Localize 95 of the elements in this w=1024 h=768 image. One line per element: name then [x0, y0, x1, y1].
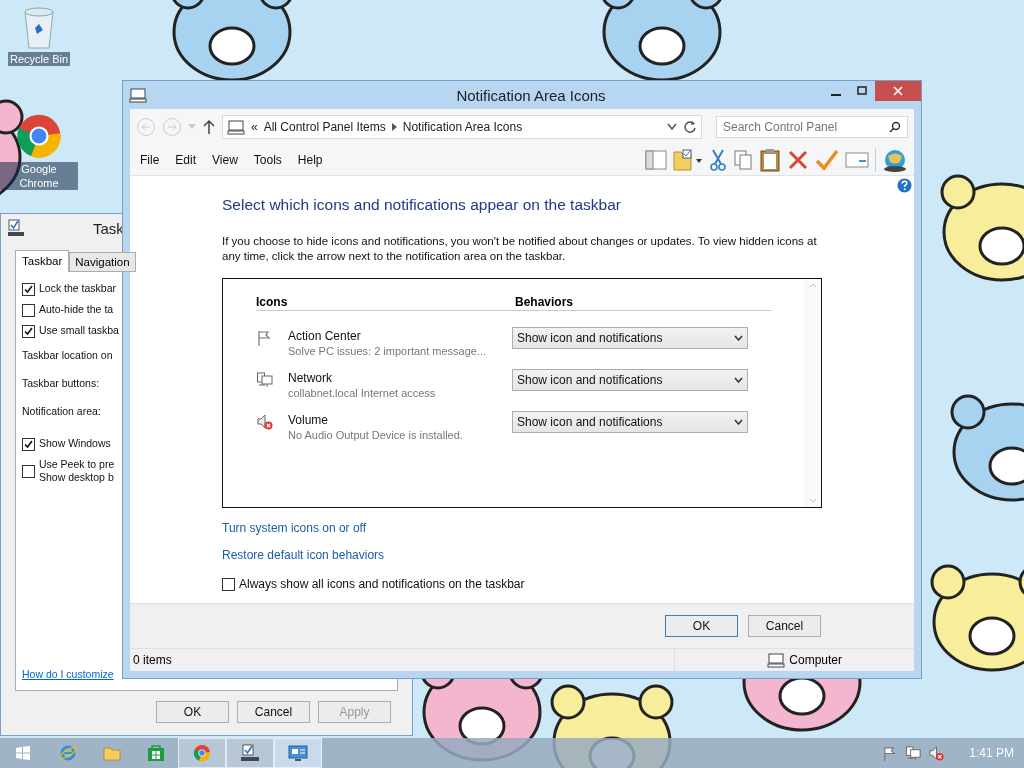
icon-status: collabnet.local Internet access: [288, 387, 437, 399]
delete-icon[interactable]: [787, 149, 809, 171]
desktop-shortcut[interactable]: Google Chrome: [0, 112, 78, 190]
chevron-down-icon: [734, 335, 743, 341]
layout-pane-icon[interactable]: [645, 150, 667, 170]
tab[interactable]: Taskbar: [15, 250, 70, 272]
window-icon: [129, 87, 147, 103]
folder-check-icon[interactable]: [673, 149, 703, 171]
checkbox-taskbar-icon: [240, 744, 260, 762]
dialog-button[interactable]: Cancel: [237, 701, 310, 723]
menu-item[interactable]: Help: [289, 153, 331, 167]
close-icon: [893, 86, 903, 96]
shopping-bag-icon: [147, 744, 165, 762]
column-header: Behaviors: [515, 295, 575, 309]
link[interactable]: Restore default icon behaviors: [222, 548, 385, 562]
taskbar-app[interactable]: [274, 738, 322, 768]
checkbox-label: Always show all icons and notifications on the taskbar: [239, 577, 525, 591]
windows-logo-icon: [16, 746, 30, 760]
recycle-bin-icon: [21, 6, 57, 50]
checkbox[interactable]: [22, 325, 35, 338]
browser-e-icon: [59, 744, 77, 762]
computer-icon: [227, 119, 245, 135]
properties-card-icon[interactable]: [845, 151, 869, 169]
network-icon: [256, 371, 274, 389]
breadcrumb[interactable]: Notification Area Icons: [402, 120, 523, 134]
window-title: Notification Area Icons: [456, 86, 606, 104]
zone-label: Computer: [789, 653, 842, 667]
description: If you choose to hide icons and notifications, you won't be notified about changes or updates. To view hidden icons at any time, click the arrow next to the notification area on the taskbar.: [222, 234, 818, 264]
icon-name: Network: [288, 371, 333, 385]
option-label: Use small taskba: [39, 324, 119, 337]
option-label: Show Windows: [39, 437, 111, 450]
address-bar[interactable]: « All Control Panel Items Notification Area Icons: [222, 115, 702, 139]
setting-label: Notification area:: [22, 405, 101, 418]
search-icon[interactable]: [889, 121, 901, 133]
icon-name: Action Center: [288, 329, 362, 343]
chrome-icon: [193, 744, 211, 762]
option-label: Lock the taskbar: [39, 282, 117, 295]
menu-item[interactable]: Tools: [245, 153, 290, 167]
dialog-button[interactable]: OK: [665, 615, 738, 637]
address-prefix: «: [251, 120, 258, 134]
menu-item[interactable]: View: [204, 153, 246, 167]
maximize-icon: [857, 86, 867, 96]
dialog-button[interactable]: OK: [156, 701, 229, 723]
window-title: Task: [93, 219, 124, 237]
behavior-dropdown[interactable]: Show icon and notifications: [512, 327, 748, 349]
option-label: Use Peek to pre: [39, 458, 115, 471]
refresh-icon[interactable]: [683, 120, 697, 134]
page-heading: Select which icons and notifications appear on the taskbar: [222, 196, 622, 214]
menu-item[interactable]: File: [132, 153, 168, 167]
tab[interactable]: Navigation: [69, 252, 136, 272]
behavior-dropdown[interactable]: Show icon and notifications: [512, 411, 748, 433]
search-field[interactable]: Search Control Panel: [716, 116, 908, 138]
minimize-icon: [831, 94, 841, 96]
chrome-icon: [15, 112, 63, 160]
item-count: 0 items: [132, 653, 173, 667]
taskbar-app[interactable]: [226, 738, 274, 768]
muted-speaker-icon: [256, 413, 274, 431]
dialog-button[interactable]: Cancel: [748, 615, 821, 637]
scissors-icon[interactable]: [709, 149, 727, 171]
option-label: Show desktop b: [39, 471, 115, 484]
icon-name: Volume: [288, 413, 330, 427]
setting-label: Taskbar buttons:: [22, 377, 100, 390]
checkbox[interactable]: [22, 465, 35, 478]
checkbox[interactable]: [22, 304, 35, 317]
help-icon[interactable]: [897, 178, 912, 193]
checkbox[interactable]: [222, 578, 235, 591]
close-button[interactable]: [875, 81, 921, 101]
up-arrow-icon[interactable]: [202, 119, 216, 135]
link[interactable]: Turn system icons on or off: [222, 521, 367, 535]
chevron-down-icon[interactable]: [667, 123, 677, 131]
computer-icon: [767, 652, 786, 668]
globe-icon[interactable]: [882, 148, 908, 172]
checkbox[interactable]: [22, 283, 35, 296]
checkbox-window-icon: [7, 219, 25, 237]
column-header: Icons: [256, 295, 289, 309]
folder-icon: [103, 745, 121, 761]
desktop-shortcut[interactable]: Recycle Bin: [0, 6, 78, 66]
checkbox[interactable]: [22, 438, 35, 451]
network-icon: [905, 744, 923, 762]
clipboard-icon[interactable]: [759, 148, 781, 172]
option-label: Auto-hide the ta: [39, 303, 114, 316]
setting-label: Taskbar location on: [22, 349, 113, 362]
icon-status: No Audio Output Device is installed.: [288, 429, 464, 441]
chevron-down-icon: [734, 419, 743, 425]
muted-speaker-icon: [928, 744, 946, 762]
breadcrumb[interactable]: All Control Panel Items: [263, 120, 386, 134]
monitor-icon: [288, 744, 308, 762]
chevron-icon: [391, 123, 397, 131]
checkmark-icon[interactable]: [815, 149, 839, 171]
chevron-down-icon: [734, 377, 743, 383]
help-link[interactable]: How do I customize: [22, 668, 114, 680]
copy-icon[interactable]: [733, 149, 753, 171]
icon-status: Solve PC issues: 2 important message...: [288, 345, 488, 357]
menu-item[interactable]: Edit: [167, 153, 205, 167]
behavior-dropdown[interactable]: Show icon and notifications: [512, 369, 748, 391]
